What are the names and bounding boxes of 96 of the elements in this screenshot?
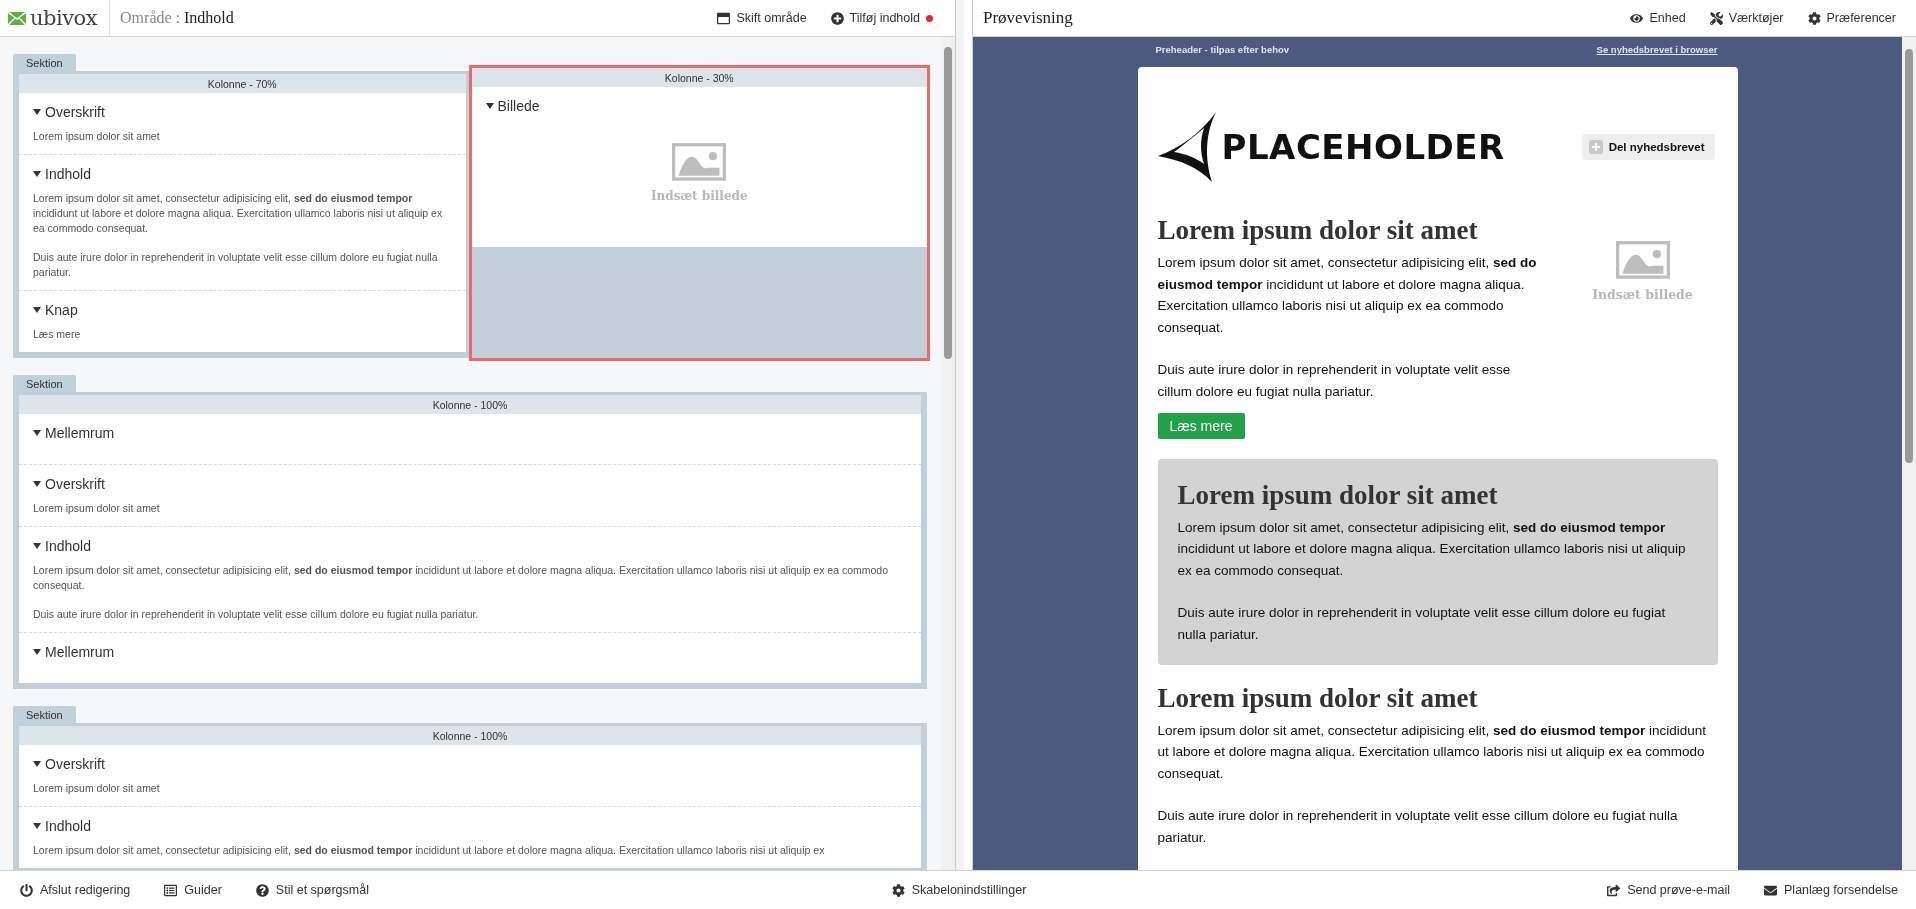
toolbar-button[interactable]: Værktøjer	[1697, 4, 1796, 32]
content-block[interactable]: Overskrift Lorem ipsum dolor sit amet	[19, 745, 921, 806]
settings-icon	[891, 883, 905, 897]
block-text: Lorem ipsum dolor sit amet	[33, 129, 161, 144]
browser-link[interactable]: Se nyhedsbrevet i browser	[1596, 44, 1718, 67]
footer-button[interactable]: Skabelonindstillinger	[883, 879, 1035, 901]
block-text: Læs mere	[33, 327, 82, 342]
section-tab[interactable]: Sektion	[13, 375, 76, 392]
block-title: Indhold	[45, 166, 91, 182]
block-text: Lorem ipsum dolor sit amet, consectetur adipisicing elit, sed do eiusmod tempor incididunt ut labore et dolore magna aliqua. Exercitation ullamco laboris nisi ut aliquip ex ea commodo consequat.	[33, 563, 889, 593]
image-caption: Indsæt billede	[650, 188, 748, 203]
preheader-text: Preheader - tilpas efter behov	[1155, 44, 1290, 57]
plus-icon	[1588, 140, 1603, 154]
section-tab[interactable]: Sektion	[13, 706, 76, 723]
toolbar-button[interactable]: Præferencer	[1795, 4, 1908, 32]
block-title: Billede	[497, 98, 540, 114]
block-text: Lorem ipsum dolor sit amet	[33, 501, 161, 516]
footer-button[interactable]: Send prøve-e-mail	[1599, 879, 1739, 901]
block-text: Duis aute irure dolor in reprehenderit in voluptate velit esse cillum dolore eu fugiat nulla pariatur.	[33, 607, 480, 622]
column[interactable]: Kolonne - 30% Billede Indsæt billede	[468, 65, 930, 361]
caret-icon[interactable]	[33, 170, 41, 178]
spacer-block[interactable]: Mellemrum	[19, 414, 921, 464]
brand-logo-text: PLACEHOLDER	[1221, 127, 1505, 167]
footer-button[interactable]: Afslut redigering	[12, 879, 139, 901]
share-button[interactable]: Del nyhedsbrevet	[1581, 134, 1715, 160]
block-title: Overskrift	[45, 104, 105, 120]
block-title: Overskrift	[45, 476, 105, 492]
block-text: Lorem ipsum dolor sit amet	[33, 781, 161, 796]
scrollbar[interactable]	[1902, 37, 1916, 870]
logo-text: ubivox	[30, 6, 98, 30]
help-icon	[255, 883, 269, 897]
block-title: Overskrift	[45, 756, 105, 772]
column-header: Kolonne - 30%	[471, 68, 927, 87]
toolbar-button[interactable]: Enhed	[1618, 4, 1698, 32]
caret-icon[interactable]	[33, 429, 41, 437]
article-text: Duis aute irure dolor in reprehenderit in voluptate velit esse cillum dolore eu fugiat nulla pariatur.	[1157, 361, 1512, 401]
caret-icon[interactable]	[33, 306, 41, 314]
content-block[interactable]: Overskrift Lorem ipsum dolor sit amet	[19, 464, 921, 526]
envelope-logo-icon	[8, 11, 26, 25]
section-tab[interactable]: Sektion	[13, 54, 76, 71]
toolbar-button[interactable]: Skift område	[705, 4, 819, 32]
eye-icon	[1630, 11, 1644, 25]
block-title: Indhold	[45, 818, 91, 834]
window-icon	[717, 11, 731, 25]
article-heading: Lorem ipsum dolor sit amet	[1157, 682, 1479, 714]
caret-icon[interactable]	[33, 480, 41, 488]
caret-icon[interactable]	[33, 648, 41, 656]
share-icon	[1607, 883, 1621, 897]
area-value[interactable]: Indhold	[184, 9, 234, 27]
block-title: Indhold	[45, 538, 91, 554]
settings-icon	[1807, 11, 1821, 25]
column-header: Kolonne - 70%	[19, 74, 466, 93]
article-text: Lorem ipsum dolor sit amet, consectetur adipisicing elit, sed do eiusmod tempor incididunt ut labore et dolore magna aliqua. Exercitation ullamco laboris nisi ut aliquip ex ea commodo consequat.	[1157, 721, 1707, 783]
article-text: Duis aute irure dolor in reprehenderit in voluptate velit esse cillum dolore eu fugiat nulla pariatur.	[1157, 807, 1679, 847]
caret-icon[interactable]	[33, 542, 41, 550]
image-placeholder-icon	[672, 143, 727, 181]
content-block[interactable]: Indhold Lorem ipsum dolor sit amet, consectetur adipisicing elit, sed do eiusmod tempor incididunt ut labore et dolore magna aliqua. Exercitation ullamco laboris nisi ut aliquip ex	[19, 806, 921, 868]
footer-button[interactable]: Stil et spørgsmål	[247, 879, 377, 901]
caret-icon[interactable]	[33, 760, 41, 768]
content-block[interactable]: Overskrift Lorem ipsum dolor sit amet	[19, 93, 466, 154]
caret-icon[interactable]	[33, 108, 41, 116]
column[interactable]	[16, 71, 469, 355]
plus-icon	[830, 11, 844, 25]
article-text: Lorem ipsum dolor sit amet, consectetur adipisicing elit, sed do eiusmod tempor incididunt ut labore et dolore magna aliqua. Exercitation ullamco laboris nisi ut aliquip ex ea commodo consequat.	[1177, 518, 1687, 580]
block-title: Mellemrum	[45, 425, 115, 441]
triangle-logo-icon	[1157, 112, 1216, 182]
column-header: Kolonne - 100%	[19, 726, 921, 745]
scrollbar[interactable]	[941, 37, 955, 870]
image-placeholder-icon	[1615, 241, 1670, 279]
preview-title: Prøvevisning	[983, 8, 1073, 28]
footer-button[interactable]: Guider	[156, 879, 230, 901]
spacer-block[interactable]: Mellemrum	[19, 632, 921, 683]
block-text: Lorem ipsum dolor sit amet, consectetur adipisicing elit, sed do eiusmod tempor incididunt ut labore et dolore magna aliqua. Exercitation ullamco laboris nisi ut aliquip ex	[33, 843, 826, 858]
toolbar-button[interactable]: Tilføj indhold	[818, 4, 945, 32]
block-text: Duis aute irure dolor in reprehenderit in voluptate velit esse cillum dolore eu fugiat nulla pariatur.	[33, 250, 439, 280]
scrollbar-thumb[interactable]	[944, 47, 952, 359]
caret-icon[interactable]	[33, 822, 41, 830]
column-header: Kolonne - 100%	[19, 395, 921, 414]
tools-icon	[1709, 11, 1723, 25]
article-heading: Lorem ipsum dolor sit amet	[1157, 215, 1479, 246]
scrollbar-thumb[interactable]	[1905, 49, 1913, 463]
caret-icon[interactable]	[485, 102, 494, 110]
article-text: Duis aute irure dolor in reprehenderit in voluptate velit esse cillum dolore eu fugiat nulla pariatur.	[1177, 604, 1667, 644]
content-block[interactable]: Knap Læs mere	[19, 290, 466, 352]
block-title: Mellemrum	[45, 644, 115, 660]
list-icon	[164, 883, 178, 897]
block-title: Knap	[45, 302, 78, 318]
image-block[interactable]: Billede Indsæt billede	[471, 87, 927, 247]
footer-button[interactable]: Planlæg forsendelse	[1756, 879, 1906, 901]
article-text: Lorem ipsum dolor sit amet, consectetur adipisicing elit, sed do eiusmod tempor incididunt ut labore et dolore magna aliqua. Exercitation ullamco laboris nisi ut aliquip ex ea commodo consequat.	[1157, 254, 1538, 337]
article-heading: Lorem ipsum dolor sit amet	[1177, 479, 1499, 511]
envelope-icon	[1764, 883, 1778, 897]
block-text: Lorem ipsum dolor sit amet, consectetur adipisicing elit, sed do eiusmod tempor incididunt ut labore et dolore magna aliqua. Exercitation ullamco laboris nisi ut aliquip ex ea commodo consequat.	[33, 191, 444, 236]
power-icon	[20, 883, 33, 897]
image-caption: Indsæt billede	[1592, 286, 1693, 302]
area-label: Område :	[120, 9, 181, 27]
